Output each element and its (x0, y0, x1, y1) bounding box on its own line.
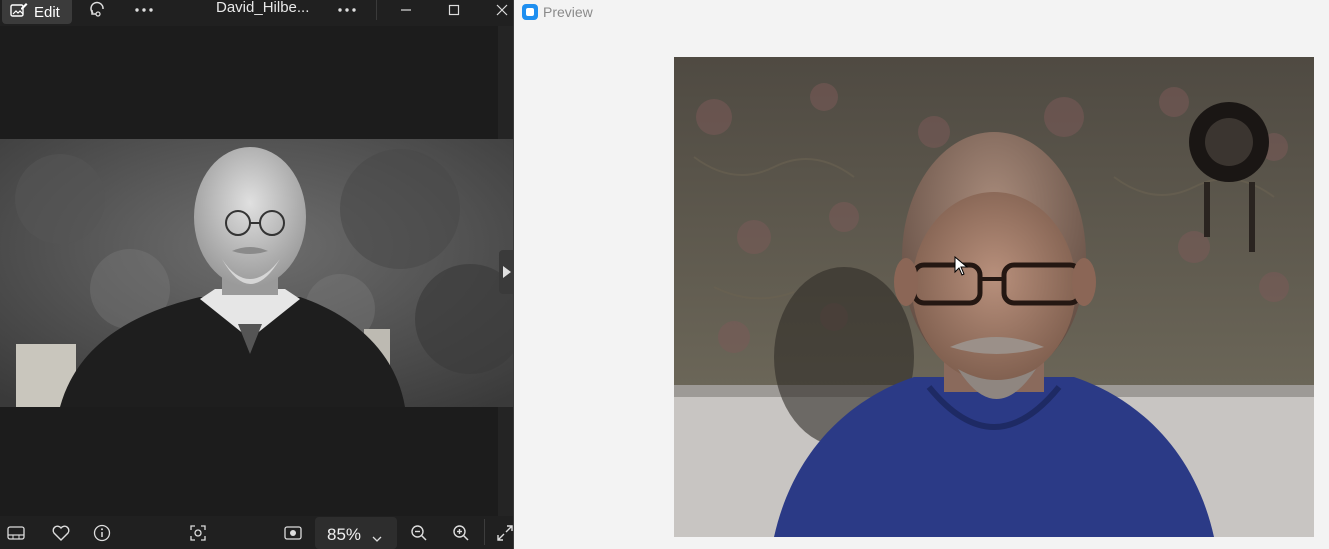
mouse-cursor-icon (954, 255, 969, 281)
titlebar-divider (376, 0, 377, 20)
photo-viewer-window: Edit David_Hilbe... 85% (0, 0, 514, 549)
maximize-icon[interactable] (446, 0, 462, 20)
more-options-icon[interactable] (133, 0, 155, 20)
chevron-right-icon (502, 266, 511, 278)
close-icon[interactable] (494, 0, 510, 20)
viewer-statusbar (0, 516, 513, 549)
statusbar-divider (484, 519, 485, 545)
viewer-titlebar: Edit David_Hilbe... (0, 0, 513, 26)
preview-app-icon (522, 4, 538, 20)
edit-image-icon (10, 2, 28, 22)
title-more-icon[interactable] (336, 0, 358, 20)
zoom-in-icon[interactable] (452, 524, 470, 542)
rotate-icon[interactable] (88, 0, 108, 20)
actual-size-icon[interactable] (284, 524, 302, 542)
edit-button[interactable]: Edit (2, 0, 72, 24)
visual-search-icon[interactable] (189, 524, 207, 542)
info-icon[interactable] (93, 524, 111, 542)
fullscreen-expand-icon[interactable] (496, 524, 513, 542)
zoom-out-icon[interactable] (410, 524, 428, 542)
zoom-level-value: 85% (327, 525, 362, 544)
zoom-level-dropdown[interactable]: 85% (315, 517, 397, 549)
favorite-heart-icon[interactable] (52, 524, 70, 542)
filmstrip-icon[interactable] (7, 524, 25, 542)
chevron-down-icon (372, 528, 382, 548)
edit-label: Edit (34, 3, 60, 21)
minimize-icon[interactable] (398, 0, 414, 20)
file-name: David_Hilbe... (216, 0, 310, 16)
next-image-button[interactable] (499, 250, 513, 294)
webcam-preview-image (674, 57, 1314, 537)
preview-title: Preview (543, 4, 593, 20)
hilbert-photo (0, 139, 513, 407)
